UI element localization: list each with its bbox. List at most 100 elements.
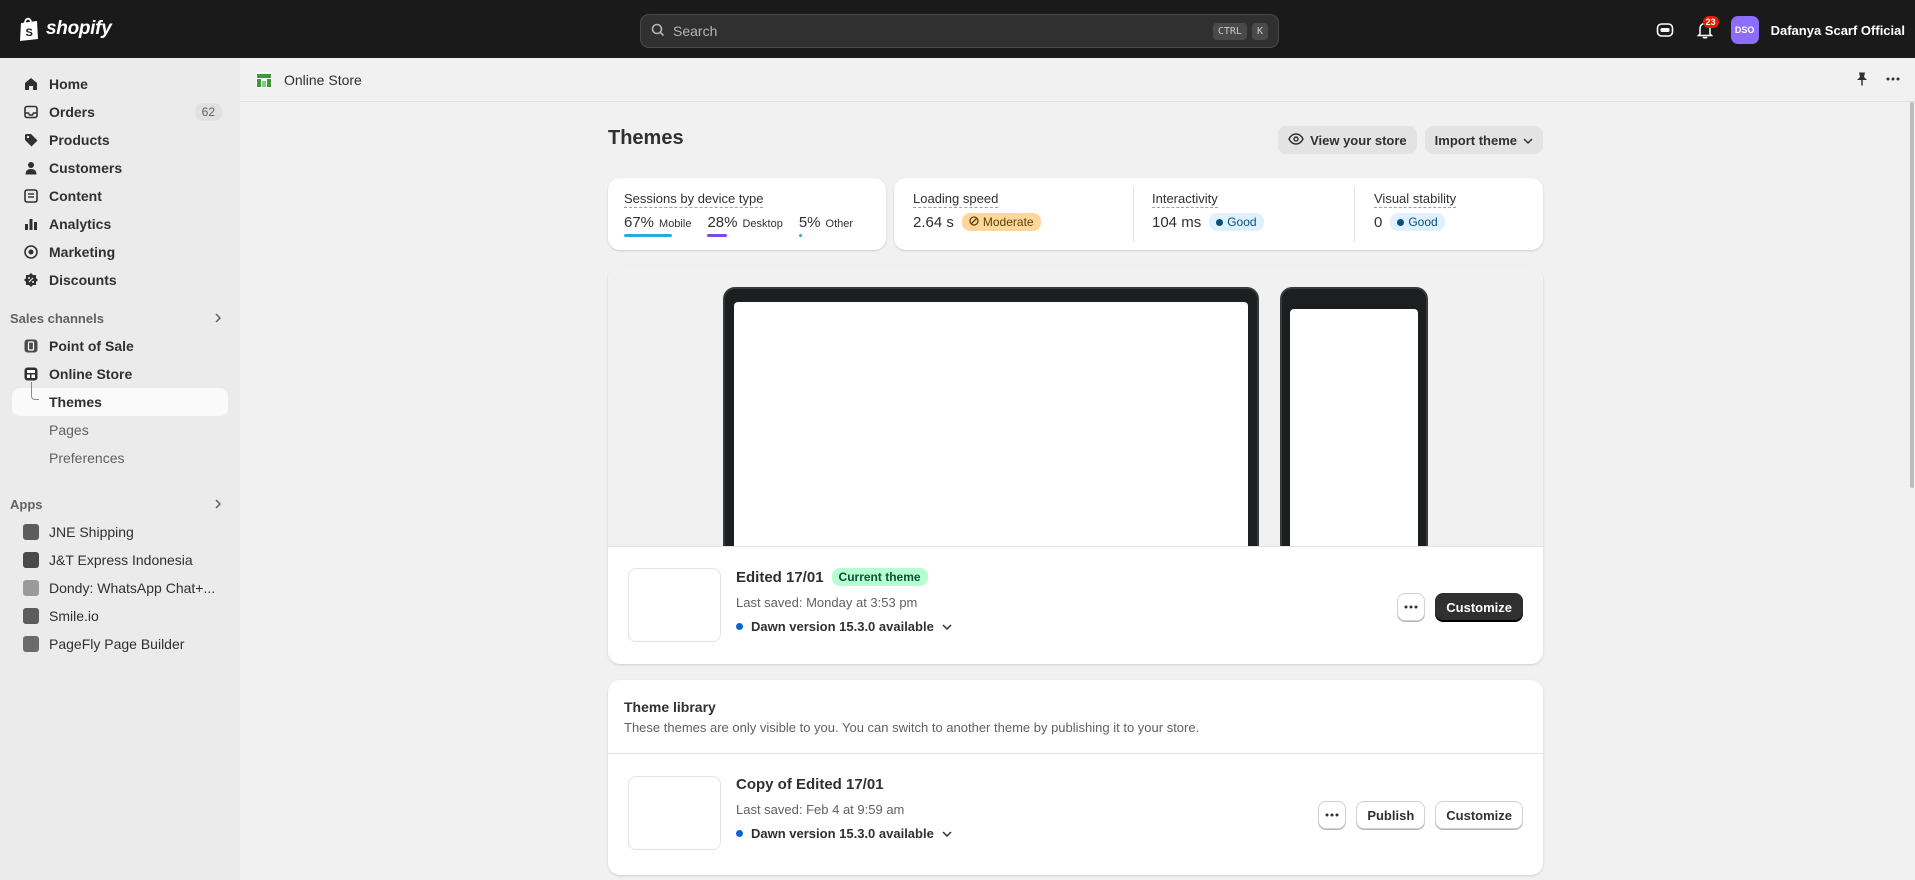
eye-icon <box>1288 132 1304 148</box>
chevron-right-icon[interactable] <box>214 311 222 326</box>
publish-button[interactable]: Publish <box>1356 801 1426 829</box>
loading-speed-metric: Loading speed 2.64 s Moderate <box>913 191 1041 231</box>
sidebar-item-home[interactable]: Home <box>12 70 228 98</box>
app-icon <box>22 579 40 597</box>
sidebar-item-orders[interactable]: Orders 62 <box>12 98 228 126</box>
version-label: Dawn version 15.3.0 available <box>751 619 934 634</box>
scrollbar-thumb[interactable] <box>1910 102 1914 488</box>
interactivity-metric: Interactivity 104 ms Good <box>1152 191 1264 231</box>
version-available[interactable]: Dawn version 15.3.0 available <box>736 826 952 841</box>
sessions-desktop: 28% Desktop <box>707 214 783 237</box>
content-icon <box>22 187 40 205</box>
divider <box>1354 186 1355 242</box>
sidebar-item-preferences[interactable]: Preferences <box>12 444 228 472</box>
sidebar-app-item[interactable]: JNE Shipping <box>12 518 228 546</box>
online-store-icon <box>254 70 274 90</box>
store-icon <box>22 365 40 383</box>
sidebar-item-label: Analytics <box>49 216 112 232</box>
shortcut-k: K <box>1251 22 1268 40</box>
shopify-logo[interactable]: S shopify <box>18 16 112 42</box>
sidebar-item-label: Dondy: WhatsApp Chat+... <box>49 580 216 596</box>
mobile-bar <box>624 234 672 237</box>
moderate-status-icon <box>969 215 979 229</box>
pos-icon <box>22 337 40 355</box>
sidebar-app-item[interactable]: Dondy: WhatsApp Chat+... <box>12 574 228 602</box>
bar-chart-icon <box>22 215 40 233</box>
theme-preview[interactable] <box>608 266 1543 546</box>
version-available[interactable]: Dawn version 15.3.0 available <box>736 619 952 634</box>
visual-stability-value: 0 <box>1374 213 1383 231</box>
sidebar-item-label: Pages <box>49 422 89 438</box>
pin-icon[interactable] <box>1855 71 1869 90</box>
theme-library-description: These themes are only visible to you. Yo… <box>624 720 1200 735</box>
sidebar-app-item[interactable]: PageFly Page Builder <box>12 630 228 658</box>
sidebar-item-label: Marketing <box>49 244 116 260</box>
scrollbar[interactable] <box>1909 102 1915 880</box>
orders-count-badge: 62 <box>194 103 222 121</box>
app-icon <box>22 523 40 541</box>
sidebar-item-label: Products <box>49 132 110 148</box>
desktop-preview-frame <box>723 287 1259 546</box>
mobile-label: Mobile <box>659 218 692 230</box>
last-saved: Last saved: Feb 4 at 9:59 am <box>736 802 905 817</box>
sidebar-item-analytics[interactable]: Analytics <box>12 210 228 238</box>
avatar[interactable]: DSO <box>1730 16 1759 44</box>
other-bar <box>798 234 803 237</box>
sidebar-item-customers[interactable]: Customers <box>12 154 228 182</box>
chevron-down-icon <box>942 619 952 634</box>
top-right-actions: 23 DSO Dafanya Scarf Official <box>1651 16 1905 44</box>
sessions-label[interactable]: Sessions by device type <box>624 191 764 208</box>
moderate-badge: Moderate <box>961 213 1041 231</box>
app-icon <box>22 635 40 653</box>
top-bar: S shopify Search CTRL K 23 DSO Dafanya S… <box>0 0 1915 58</box>
visual-stability-metric: Visual stability 0 Good <box>1374 191 1457 231</box>
sidebar-item-label: JNE Shipping <box>49 524 134 540</box>
sales-channels-label: Sales channels <box>10 310 104 326</box>
sales-channels-header[interactable]: Sales channels <box>10 304 228 332</box>
sessions-mobile: 67% Mobile <box>624 214 691 237</box>
sidebar-item-pages[interactable]: Pages <box>12 416 228 444</box>
sidebar-item-label: Discounts <box>49 272 117 288</box>
interactivity-value: 104 ms <box>1152 213 1202 231</box>
more-dots-icon <box>1325 813 1339 817</box>
more-options-icon[interactable] <box>1885 71 1901 90</box>
svg-text:S: S <box>26 27 33 39</box>
import-theme-button[interactable]: Import theme <box>1424 126 1543 154</box>
sidebar-item-marketing[interactable]: Marketing <box>12 238 228 266</box>
sidebar-item-content[interactable]: Content <box>12 182 228 210</box>
sidebar-app-item[interactable]: Smile.io <box>12 602 228 630</box>
visual-stability-label[interactable]: Visual stability <box>1374 191 1457 208</box>
sidebar-item-themes[interactable]: Themes <box>12 382 228 416</box>
sidebar-item-online-store[interactable]: Online Store <box>12 360 228 388</box>
customize-button[interactable]: Customize <box>1435 801 1523 829</box>
sidekick-icon[interactable] <box>1651 16 1679 44</box>
sessions-card: Sessions by device type 67% Mobile 28% D… <box>608 178 886 250</box>
customize-button[interactable]: Customize <box>1435 593 1523 621</box>
theme-more-actions-button[interactable] <box>1318 801 1347 829</box>
view-store-button[interactable]: View your store <box>1278 126 1417 154</box>
store-name[interactable]: Dafanya Scarf Official <box>1771 23 1905 38</box>
sidebar-item-point-of-sale[interactable]: Point of Sale <box>12 332 228 360</box>
sidebar-item-label: Content <box>49 188 102 204</box>
inbox-icon <box>22 103 40 121</box>
sidebar-item-label: Themes <box>49 394 102 410</box>
notification-bell-icon[interactable]: 23 <box>1691 16 1719 44</box>
theme-more-actions-button[interactable] <box>1397 593 1426 621</box>
loading-speed-label[interactable]: Loading speed <box>913 191 999 208</box>
theme-thumbnail <box>628 568 721 642</box>
chevron-right-icon[interactable] <box>214 497 222 512</box>
apps-header[interactable]: Apps <box>10 490 228 518</box>
app-icon <box>22 551 40 569</box>
shopify-bag-icon: S <box>18 16 40 42</box>
search-input[interactable]: Search CTRL K <box>640 14 1279 48</box>
person-icon <box>22 159 40 177</box>
notification-count-badge: 23 <box>1702 16 1719 28</box>
good-label: Good <box>1227 215 1257 229</box>
view-store-label: View your store <box>1310 132 1407 148</box>
sidebar-item-discounts[interactable]: Discounts <box>12 266 228 294</box>
sidebar-item-products[interactable]: Products <box>12 126 228 154</box>
sidebar-app-item[interactable]: J&T Express Indonesia <box>12 546 228 574</box>
sessions-other: 5% Other <box>798 214 853 237</box>
chevron-down-icon <box>942 826 952 841</box>
interactivity-label[interactable]: Interactivity <box>1152 191 1218 208</box>
